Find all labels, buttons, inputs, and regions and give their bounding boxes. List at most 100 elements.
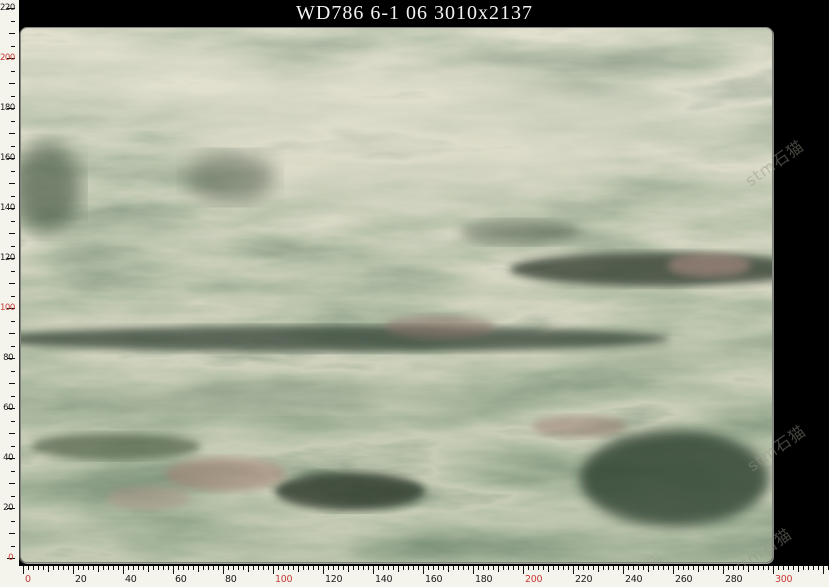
ruler-tick bbox=[358, 566, 359, 570]
ruler-tick bbox=[473, 566, 474, 574]
ruler-tick bbox=[723, 566, 724, 574]
ruler-tick bbox=[23, 566, 24, 574]
ruler-tick bbox=[653, 566, 654, 570]
ruler-tick bbox=[38, 566, 39, 570]
ruler-tick bbox=[238, 566, 239, 570]
ruler-tick bbox=[388, 566, 389, 570]
ruler-tick bbox=[463, 566, 464, 570]
ruler-tick bbox=[183, 566, 184, 570]
ruler-tick bbox=[378, 566, 379, 570]
ruler-tick bbox=[488, 566, 489, 570]
bottom-ruler: 0204060801001201401601802002202402602803… bbox=[0, 566, 829, 587]
ruler-tick bbox=[533, 566, 534, 570]
ruler-tick bbox=[193, 566, 194, 570]
ruler-label: 60 bbox=[175, 574, 187, 585]
ruler-tick bbox=[328, 566, 329, 570]
ruler-tick bbox=[93, 566, 94, 570]
ruler-tick bbox=[258, 566, 259, 570]
ruler-tick bbox=[708, 566, 709, 570]
ruler-tick bbox=[493, 566, 494, 570]
ruler-tick bbox=[198, 566, 199, 572]
ruler-label: 0 bbox=[0, 553, 13, 563]
ruler-label: 180 bbox=[0, 103, 13, 113]
ruler-tick bbox=[543, 566, 544, 570]
ruler-tick bbox=[253, 566, 254, 570]
ruler-tick bbox=[11, 46, 15, 47]
ruler-tick bbox=[11, 496, 15, 497]
ruler-tick bbox=[753, 566, 754, 570]
ruler-tick bbox=[778, 566, 779, 570]
ruler-tick bbox=[308, 566, 309, 570]
ruler-tick bbox=[668, 566, 669, 570]
ruler-label: 120 bbox=[0, 253, 13, 263]
ruler-tick bbox=[68, 566, 69, 570]
ruler-tick bbox=[11, 321, 15, 322]
ruler-tick bbox=[168, 566, 169, 570]
ruler-tick bbox=[638, 566, 639, 570]
ruler-tick bbox=[11, 121, 15, 122]
ruler-tick bbox=[11, 521, 15, 522]
ruler-tick bbox=[208, 566, 209, 570]
ruler-tick bbox=[768, 566, 769, 570]
ruler-label: 200 bbox=[525, 574, 542, 585]
ruler-tick bbox=[478, 566, 479, 570]
ruler-tick bbox=[148, 566, 149, 572]
ruler-tick bbox=[11, 246, 15, 247]
ruler-tick bbox=[263, 566, 264, 570]
ruler-tick bbox=[73, 566, 74, 574]
ruler-tick bbox=[103, 566, 104, 570]
ruler-tick bbox=[548, 566, 549, 572]
ruler-tick bbox=[223, 566, 224, 574]
ruler-tick bbox=[123, 566, 124, 574]
ruler-tick bbox=[233, 566, 234, 570]
ruler-tick bbox=[178, 566, 179, 570]
ruler-tick bbox=[738, 566, 739, 570]
ruler-tick bbox=[343, 566, 344, 570]
ruler-label: 40 bbox=[125, 574, 137, 585]
ruler-tick bbox=[11, 396, 15, 397]
ruler-label: 300 bbox=[775, 574, 792, 585]
slab-scan-viewer: WD786 6-1 06 3010x2137 bbox=[0, 0, 829, 587]
ruler-tick bbox=[11, 546, 15, 547]
ruler-tick bbox=[98, 566, 99, 572]
ruler-tick bbox=[213, 566, 214, 570]
ruler-tick bbox=[9, 83, 15, 84]
ruler-tick bbox=[728, 566, 729, 570]
ruler-tick bbox=[748, 566, 749, 572]
ruler-tick bbox=[818, 566, 819, 570]
ruler-tick bbox=[758, 566, 759, 570]
ruler-tick bbox=[33, 566, 34, 570]
ruler-tick bbox=[43, 566, 44, 570]
ruler-tick bbox=[383, 566, 384, 570]
ruler-label: 180 bbox=[475, 574, 492, 585]
ruler-tick bbox=[128, 566, 129, 570]
ruler-tick bbox=[418, 566, 419, 570]
ruler-label: 40 bbox=[0, 453, 13, 463]
left-ruler: 220200180160140120100806040200 bbox=[0, 0, 19, 587]
ruler-tick bbox=[713, 566, 714, 570]
ruler-tick bbox=[428, 566, 429, 570]
ruler-tick bbox=[248, 566, 249, 572]
ruler-tick bbox=[628, 566, 629, 570]
ruler-tick bbox=[523, 566, 524, 574]
ruler-label: 140 bbox=[0, 203, 13, 213]
ruler-tick bbox=[158, 566, 159, 570]
ruler-tick bbox=[113, 566, 114, 570]
ruler-label: 160 bbox=[425, 574, 442, 585]
ruler-tick bbox=[11, 296, 15, 297]
ruler-tick bbox=[608, 566, 609, 570]
ruler-tick bbox=[9, 433, 15, 434]
ruler-tick bbox=[283, 566, 284, 570]
ruler-tick bbox=[53, 566, 54, 570]
ruler-tick bbox=[698, 566, 699, 572]
ruler-label: 60 bbox=[0, 403, 13, 413]
ruler-tick bbox=[508, 566, 509, 570]
ruler-tick bbox=[9, 483, 15, 484]
ruler-tick bbox=[513, 566, 514, 570]
ruler-tick bbox=[303, 566, 304, 570]
slab-photo bbox=[20, 27, 773, 563]
ruler-tick bbox=[363, 566, 364, 570]
ruler-tick bbox=[448, 566, 449, 572]
ruler-tick bbox=[298, 566, 299, 572]
ruler-tick bbox=[9, 233, 15, 234]
